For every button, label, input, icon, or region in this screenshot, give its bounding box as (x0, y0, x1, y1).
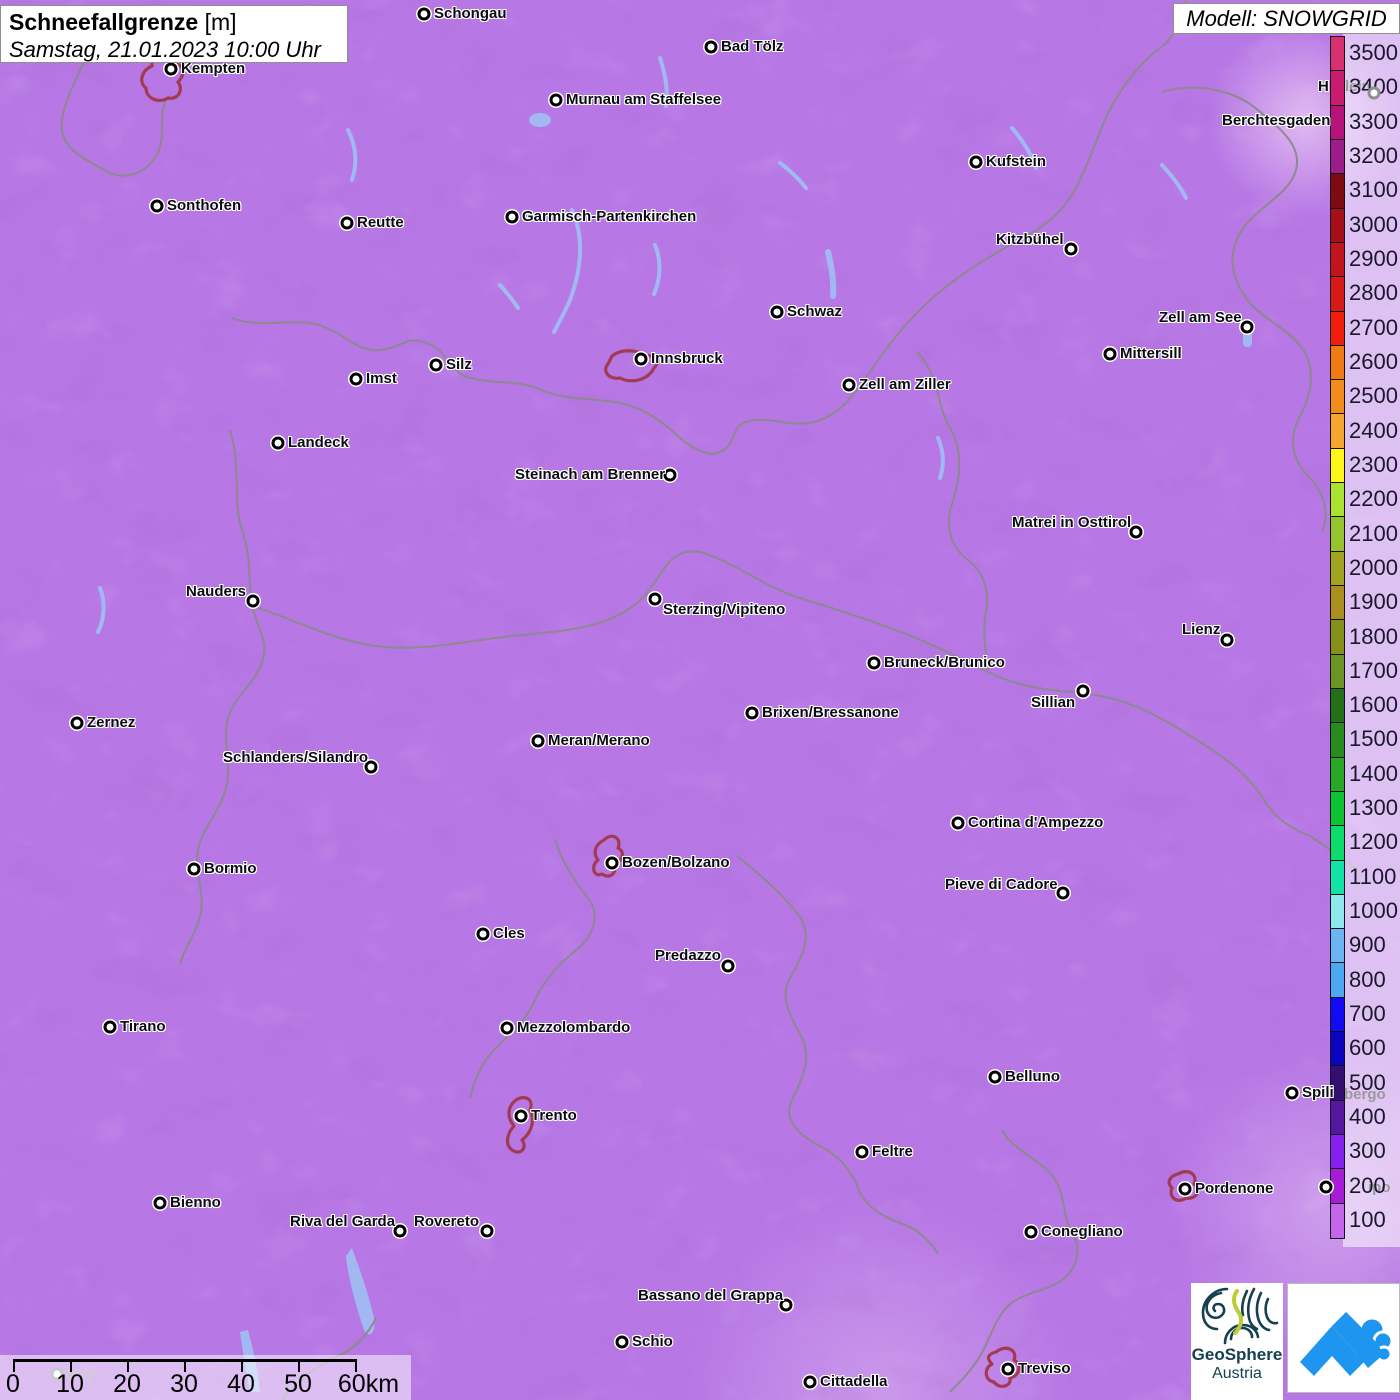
colorbar-segment (1331, 1066, 1344, 1100)
map-valid-time: Samstag, 21.01.2023 10:00 Uhr (9, 37, 339, 63)
colorbar-segment (1331, 209, 1344, 243)
map-title-parameter: Schneefallgrenze (9, 9, 198, 35)
colorbar-segment (1331, 37, 1344, 71)
scalebar-label: 40 (227, 1370, 255, 1399)
map-title-unit: [m] (205, 9, 237, 35)
colorbar-background-strip (1343, 30, 1400, 1247)
colorbar-segment (1331, 963, 1344, 997)
colorbar-segment (1331, 312, 1344, 346)
title-panel: Schneefallgrenze [m] Samstag, 21.01.2023… (0, 5, 348, 63)
scalebar-label: 30 (170, 1370, 198, 1399)
colorbar-segment (1331, 998, 1344, 1032)
colorbar-segment (1331, 1135, 1344, 1169)
geosphere-contour-icon (1191, 1283, 1283, 1345)
colorbar-segment (1331, 346, 1344, 380)
scalebar-label: 10 (56, 1370, 84, 1399)
colorbar-segment (1331, 449, 1344, 483)
model-label: Modell: SNOWGRID (1186, 6, 1386, 31)
colorbar-segment (1331, 414, 1344, 448)
colorbar (1330, 36, 1345, 1239)
distance-scalebar: 0 10 20 30 40 50 60km (0, 1355, 411, 1400)
scalebar-label: 50 (284, 1370, 312, 1399)
colorbar-segment (1331, 380, 1344, 414)
scalebar-label: 20 (113, 1370, 141, 1399)
geosphere-logo-name: GeoSphere (1191, 1345, 1283, 1365)
terrain-shading (0, 0, 1400, 1400)
scalebar-label: 0 (6, 1370, 20, 1399)
colorbar-segment (1331, 483, 1344, 517)
weather-map-stage: HleinbergoipoIseo 3500340033003200310030… (0, 0, 1400, 1400)
map-artwork (0, 0, 1400, 1400)
colorbar-segment (1331, 895, 1344, 929)
colorbar-segment (1331, 1032, 1344, 1066)
colorbar-segment (1331, 792, 1344, 826)
scalebar-label: 60km (338, 1370, 399, 1399)
colorbar-segment (1331, 1101, 1344, 1135)
colorbar-segment (1331, 1204, 1344, 1238)
colorbar-segment (1331, 106, 1344, 140)
colorbar-segment (1331, 517, 1344, 551)
colorbar-segment (1331, 243, 1344, 277)
geosphere-logo-country: Austria (1191, 1365, 1283, 1383)
colorbar-segment (1331, 1169, 1344, 1203)
partner-logo-panel (1287, 1283, 1400, 1393)
colorbar-segment (1331, 929, 1344, 963)
colorbar-segment (1331, 826, 1344, 860)
colorbar-segment (1331, 655, 1344, 689)
colorbar-segment (1331, 861, 1344, 895)
colorbar-segment (1331, 174, 1344, 208)
colorbar-segment (1331, 689, 1344, 723)
mountain-cloud-icon (1288, 1284, 1399, 1392)
colorbar-segment (1331, 723, 1344, 757)
map-title: Schneefallgrenze [m] (9, 9, 339, 36)
colorbar-segment (1331, 71, 1344, 105)
colorbar-segment (1331, 552, 1344, 586)
geosphere-logo-panel: GeoSphere Austria (1191, 1283, 1283, 1400)
colorbar-segment (1331, 140, 1344, 174)
colorbar-segment (1331, 758, 1344, 792)
model-panel: Modell: SNOWGRID (1173, 3, 1400, 34)
colorbar-segment (1331, 586, 1344, 620)
colorbar-segment (1331, 620, 1344, 654)
colorbar-segment (1331, 277, 1344, 311)
